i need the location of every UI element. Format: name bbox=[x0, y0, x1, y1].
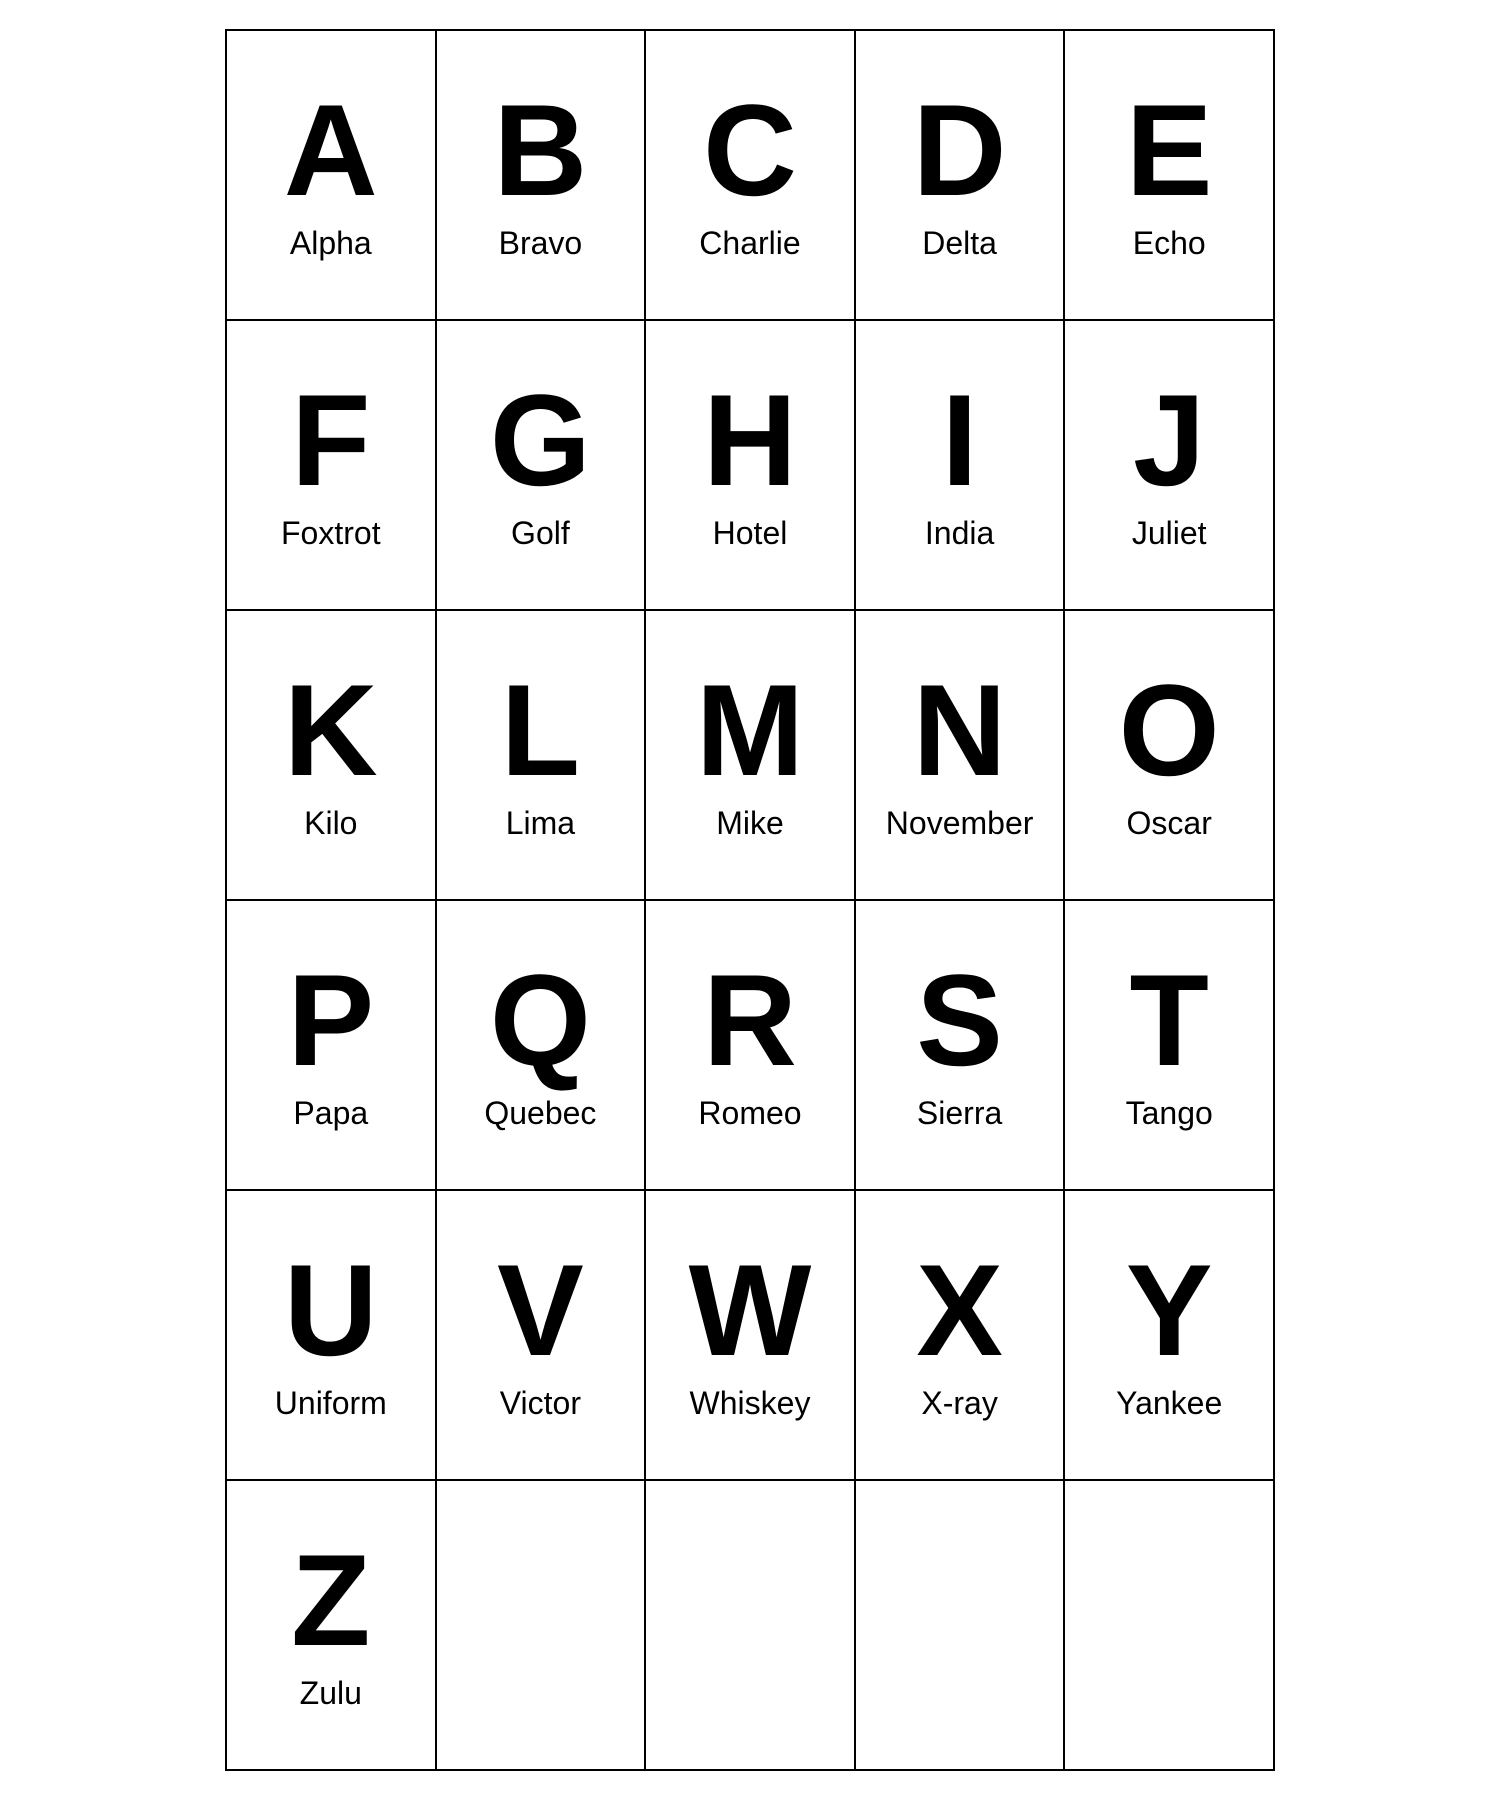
letter-n: N bbox=[913, 665, 1007, 795]
cell-empty-26 bbox=[437, 1481, 647, 1771]
letter-q: Q bbox=[490, 955, 591, 1085]
cell-h: H Hotel bbox=[646, 321, 856, 611]
name-whiskey: Whiskey bbox=[690, 1385, 811, 1422]
nato-alphabet-grid: A Alpha B Bravo C Charlie D Delta E Echo F Foxtrot G… bbox=[225, 29, 1275, 1771]
cell-w: W Whiskey bbox=[646, 1191, 856, 1481]
letter-u: U bbox=[284, 1245, 378, 1375]
cell-t: T Tango bbox=[1065, 901, 1275, 1191]
letter-e: E bbox=[1126, 85, 1213, 215]
name-hotel: Hotel bbox=[713, 515, 788, 552]
letter-t: T bbox=[1129, 955, 1208, 1085]
letter-s: S bbox=[916, 955, 1003, 1085]
cell-c: C Charlie bbox=[646, 31, 856, 321]
cell-empty-28 bbox=[856, 1481, 1066, 1771]
letter-l: L bbox=[501, 665, 580, 795]
cell-u: U Uniform bbox=[227, 1191, 437, 1481]
letter-d: D bbox=[913, 85, 1007, 215]
cell-f: F Foxtrot bbox=[227, 321, 437, 611]
cell-l: L Lima bbox=[437, 611, 647, 901]
name-tango: Tango bbox=[1126, 1095, 1213, 1132]
name-quebec: Quebec bbox=[484, 1095, 596, 1132]
cell-empty-27 bbox=[646, 1481, 856, 1771]
letter-z: Z bbox=[291, 1535, 370, 1665]
cell-k: K Kilo bbox=[227, 611, 437, 901]
cell-p: P Papa bbox=[227, 901, 437, 1191]
letter-b: B bbox=[493, 85, 587, 215]
cell-g: G Golf bbox=[437, 321, 647, 611]
name-yankee: Yankee bbox=[1116, 1385, 1222, 1422]
name-papa: Papa bbox=[293, 1095, 368, 1132]
name-echo: Echo bbox=[1133, 225, 1206, 262]
letter-g: G bbox=[490, 375, 591, 505]
letter-c: C bbox=[703, 85, 797, 215]
letter-y: Y bbox=[1126, 1245, 1213, 1375]
cell-y: Y Yankee bbox=[1065, 1191, 1275, 1481]
name-alpha: Alpha bbox=[290, 225, 372, 262]
cell-j: J Juliet bbox=[1065, 321, 1275, 611]
cell-s: S Sierra bbox=[856, 901, 1066, 1191]
letter-m: M bbox=[696, 665, 804, 795]
cell-x: X X-ray bbox=[856, 1191, 1066, 1481]
name-delta: Delta bbox=[922, 225, 997, 262]
letter-o: O bbox=[1119, 665, 1220, 795]
name-xray: X-ray bbox=[921, 1385, 997, 1422]
letter-w: W bbox=[689, 1245, 812, 1375]
name-foxtrot: Foxtrot bbox=[281, 515, 381, 552]
name-romeo: Romeo bbox=[698, 1095, 801, 1132]
name-juliet: Juliet bbox=[1132, 515, 1207, 552]
letter-k: K bbox=[284, 665, 378, 795]
cell-o: O Oscar bbox=[1065, 611, 1275, 901]
letter-j: J bbox=[1133, 375, 1205, 505]
name-bravo: Bravo bbox=[499, 225, 583, 262]
name-lima: Lima bbox=[506, 805, 575, 842]
name-oscar: Oscar bbox=[1127, 805, 1212, 842]
letter-p: P bbox=[287, 955, 374, 1085]
name-charlie: Charlie bbox=[699, 225, 800, 262]
letter-a: A bbox=[284, 85, 378, 215]
name-zulu: Zulu bbox=[300, 1675, 362, 1712]
cell-q: Q Quebec bbox=[437, 901, 647, 1191]
name-sierra: Sierra bbox=[917, 1095, 1002, 1132]
cell-empty-29 bbox=[1065, 1481, 1275, 1771]
letter-h: H bbox=[703, 375, 797, 505]
letter-i: I bbox=[942, 375, 978, 505]
cell-r: R Romeo bbox=[646, 901, 856, 1191]
name-november: November bbox=[886, 805, 1034, 842]
cell-m: M Mike bbox=[646, 611, 856, 901]
cell-b: B Bravo bbox=[437, 31, 647, 321]
letter-v: V bbox=[497, 1245, 584, 1375]
name-golf: Golf bbox=[511, 515, 570, 552]
name-india: India bbox=[925, 515, 994, 552]
cell-e: E Echo bbox=[1065, 31, 1275, 321]
letter-f: F bbox=[291, 375, 370, 505]
name-mike: Mike bbox=[716, 805, 784, 842]
cell-z: Z Zulu bbox=[227, 1481, 437, 1771]
cell-a: A Alpha bbox=[227, 31, 437, 321]
cell-v: V Victor bbox=[437, 1191, 647, 1481]
name-victor: Victor bbox=[500, 1385, 581, 1422]
letter-r: R bbox=[703, 955, 797, 1085]
cell-n: N November bbox=[856, 611, 1066, 901]
name-kilo: Kilo bbox=[304, 805, 357, 842]
name-uniform: Uniform bbox=[275, 1385, 387, 1422]
cell-d: D Delta bbox=[856, 31, 1066, 321]
cell-i: I India bbox=[856, 321, 1066, 611]
letter-x: X bbox=[916, 1245, 1003, 1375]
